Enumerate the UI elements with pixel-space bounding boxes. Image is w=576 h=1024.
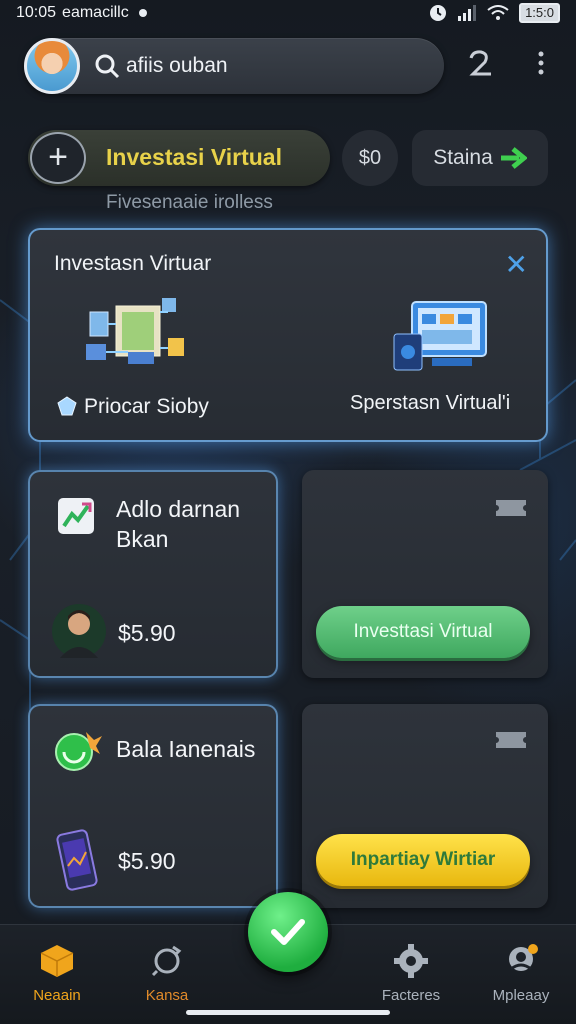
cube-icon <box>40 945 74 977</box>
action-card[interactable]: Inpartiay Wirtiar <box>302 704 548 908</box>
feature-card-title: Investasn Virtuar <box>54 252 212 275</box>
product-price: $5.90 <box>118 848 176 874</box>
product-title-line2: Bkan <box>116 526 169 552</box>
nav-label-kansa: Kansa <box>145 987 189 1004</box>
invest-virtual-button[interactable]: + Investasi Virtual <box>28 130 330 186</box>
nav-item-profile[interactable]: Mpleaay <box>466 943 576 1004</box>
balance-badge[interactable]: $0 <box>342 130 398 186</box>
nav-label-profile: Mpleaay <box>492 987 550 1004</box>
feature-card[interactable]: Investasn Virtuar ✕ Priocar Sioby Sperst… <box>28 228 548 442</box>
nav-label-home: Neaain <box>33 987 81 1004</box>
notification-dot-icon <box>138 9 147 17</box>
product-price: $5.90 <box>118 620 176 646</box>
home-indicator[interactable] <box>186 1010 390 1015</box>
section-subtitle: Fivesenaaie irolless <box>106 192 273 213</box>
more-options-icon[interactable] <box>526 48 556 84</box>
check-icon <box>271 919 305 945</box>
gear-icon <box>394 944 428 978</box>
staina-button[interactable]: Staina <box>412 130 548 186</box>
status-bar: 10:05 eamacillc 1:5:0 <box>0 0 576 26</box>
search-bar[interactable]: afiis ouban <box>24 38 444 94</box>
nav-item-home[interactable]: Neaain <box>2 943 112 1004</box>
person-avatar <box>52 604 106 658</box>
invest-virtual-label: Investasi Virtual <box>106 144 282 170</box>
close-icon[interactable]: ✕ <box>505 248 528 281</box>
coin-icon <box>55 732 102 771</box>
phone-icon <box>56 829 98 891</box>
nav-item-kansa[interactable]: Kansa <box>112 943 222 1004</box>
action-card[interactable]: Investtasi Virtual <box>302 470 548 678</box>
product-card[interactable]: Adlo darnan Bkan $5.90 <box>28 470 278 678</box>
feature-right-label[interactable]: Sperstasn Virtual'i <box>350 392 510 415</box>
virtual-screen-icon <box>393 301 487 371</box>
confirm-fab-button[interactable] <box>248 892 328 972</box>
nav-item-facteres[interactable]: Facteres <box>356 943 466 1004</box>
data-center-icon <box>86 298 184 364</box>
search-input[interactable]: afiis ouban <box>126 54 228 78</box>
swap-icon[interactable] <box>464 48 496 84</box>
feature-left-label: Priocar Sioby <box>84 395 209 418</box>
staina-label: Staina <box>433 146 493 169</box>
product-card[interactable]: Bala Ianenais $5.90 <box>28 704 278 908</box>
status-carrier: eamacillc <box>62 4 129 21</box>
search-icon <box>95 54 120 79</box>
signal-icon <box>458 5 477 21</box>
arrow-right-icon <box>500 147 527 169</box>
profile-avatar[interactable] <box>24 38 80 94</box>
invest-virtual-card-button[interactable]: Investtasi Virtual <box>316 606 530 658</box>
nav-label-facteres: Facteres <box>381 987 441 1004</box>
battery-indicator: 1:5:0 <box>519 3 560 23</box>
status-icons: 1:5:0 <box>429 3 560 23</box>
inpartiay-wirtiar-button[interactable]: Inpartiay Wirtiar <box>316 834 530 886</box>
wifi-icon <box>487 5 509 20</box>
status-time: 10:05 <box>16 4 57 21</box>
ticket-icon <box>496 500 526 516</box>
user-icon <box>509 944 538 971</box>
clock-icon <box>430 5 447 21</box>
ticket-icon <box>496 732 526 748</box>
product-title-line1: Adlo darnan <box>116 496 241 522</box>
chart-app-icon <box>58 498 94 534</box>
product-title: Bala Ianenais <box>116 736 256 762</box>
feature-left-item[interactable]: Priocar Sioby <box>56 395 209 419</box>
add-icon[interactable]: + <box>30 132 86 184</box>
refresh-icon <box>151 945 182 977</box>
gem-icon <box>57 396 77 416</box>
